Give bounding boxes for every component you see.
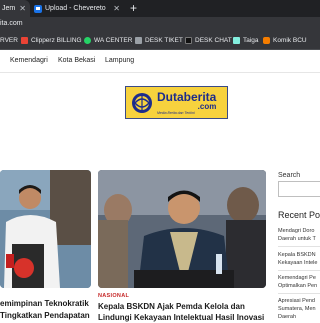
site-navigation: Kemendagri Kota Bekasi Lampung <box>0 50 320 73</box>
recent-post-line: Sumatera, Men <box>278 306 316 312</box>
close-tab-icon[interactable]: ✕ <box>19 4 26 13</box>
article-image-2[interactable] <box>98 170 266 288</box>
bookmark-label: RVER <box>0 37 18 44</box>
clipperz-icon <box>21 37 28 44</box>
article-title-2-line-1[interactable]: Kepala BSKDN Ajak Pemda Kelola dan <box>98 301 245 312</box>
bookmark-wa-center[interactable]: WA CENTER <box>84 37 132 44</box>
nav-item-kemendagri[interactable]: Kemendagri <box>10 57 48 64</box>
bookmark-label: Taiga <box>243 37 259 44</box>
bookmark-label: Clipperz BILLING <box>31 37 82 44</box>
close-tab-icon[interactable]: ✕ <box>113 4 120 13</box>
logo-emblem-icon <box>132 92 152 113</box>
recent-post-3[interactable]: Kemendagri Pe Optimalkan Pen <box>278 274 317 290</box>
recent-post-line: Kepala BSKDN <box>278 252 316 258</box>
article-category[interactable]: NASIONAL <box>98 293 129 299</box>
search-input[interactable] <box>278 181 320 197</box>
recent-post-1[interactable]: Mendagri Doro Daerah untuk T <box>278 227 316 243</box>
desk-icon <box>185 37 192 44</box>
tab-title: Jem <box>2 5 16 12</box>
recent-posts-title: Recent Po <box>278 210 320 220</box>
divider <box>278 293 320 294</box>
bookmark-clipperz-billing[interactable]: Clipperz BILLING <box>21 37 82 44</box>
blogger-icon <box>263 37 270 44</box>
divider <box>278 246 320 247</box>
address-bar: ita.com <box>0 17 320 34</box>
bookmark-taiga[interactable]: Taiga <box>233 37 259 44</box>
recent-post-line: Kekayaan Intele <box>278 260 318 266</box>
article-title-2-line-2[interactable]: Lindungi Kekayaan Intelektual Hasil Inov… <box>98 312 264 323</box>
bookmark-desk-chat[interactable]: DESK CHAT <box>185 37 232 44</box>
recent-post-line: Apresiasi Pend <box>278 298 315 304</box>
tab-jem[interactable]: Jem ✕ <box>0 0 30 17</box>
nav-item-kota-bekasi[interactable]: Kota Bekasi <box>58 57 95 64</box>
url-field[interactable]: ita.com <box>0 20 23 27</box>
bookmark-komik-bcu[interactable]: Komik BCU <box>263 37 307 44</box>
recent-post-line: Daerah untuk T <box>278 236 316 242</box>
recent-post-line: Mendagri Doro <box>278 228 315 234</box>
bookmarks-bar: RVER Clipperz BILLING WA CENTER DESK TIK… <box>0 34 320 50</box>
article-title-1-line-1[interactable]: emimpinan Teknokratik <box>0 298 89 309</box>
article-photo <box>98 170 266 288</box>
bookmark-label: DESK TIKET <box>145 37 183 44</box>
recent-post-4[interactable]: Apresiasi Pend Sumatera, Men Daerah <box>278 297 316 321</box>
article-title-1-line-2[interactable]: Tingkatkan Pendapatan <box>0 310 90 321</box>
logo-tagline: Media Berita dan Terkini <box>157 110 195 115</box>
desk-icon <box>135 37 142 44</box>
bookmark-label: DESK CHAT <box>195 37 232 44</box>
recent-post-line: Kemendagri Pe <box>278 275 316 281</box>
nav-item-lampung[interactable]: Lampung <box>105 57 134 64</box>
article-image-1[interactable] <box>0 170 91 288</box>
bookmark-label: WA CENTER <box>94 37 133 44</box>
logo-wordmark: Dutaberita <box>157 89 217 104</box>
logo-domain: .com <box>197 101 217 111</box>
bookmark-server[interactable]: RVER <box>0 37 18 44</box>
site-logo[interactable]: Dutaberita .com Media Berita dan Terkini <box>125 86 228 119</box>
taiga-icon <box>233 37 240 44</box>
article-photo <box>0 170 91 288</box>
tab-title: Upload - Chevereto <box>45 5 106 12</box>
bookmark-label: Komik BCU <box>273 37 307 44</box>
recent-post-2[interactable]: Kepala BSKDN Kekayaan Intele <box>278 251 317 267</box>
divider <box>278 270 320 271</box>
new-tab-icon[interactable]: + <box>130 1 137 16</box>
whatsapp-icon <box>84 37 91 44</box>
chevereto-favicon-icon <box>34 4 42 13</box>
browser-tab-strip: Jem ✕ Upload - Chevereto ✕ + <box>0 0 320 17</box>
recent-post-line: Optimalkan Pen <box>278 283 318 289</box>
bookmark-desk-tiket[interactable]: DESK TIKET <box>135 37 183 44</box>
tab-upload-chevereto[interactable]: Upload - Chevereto ✕ <box>34 0 126 17</box>
search-label: Search <box>278 172 301 179</box>
